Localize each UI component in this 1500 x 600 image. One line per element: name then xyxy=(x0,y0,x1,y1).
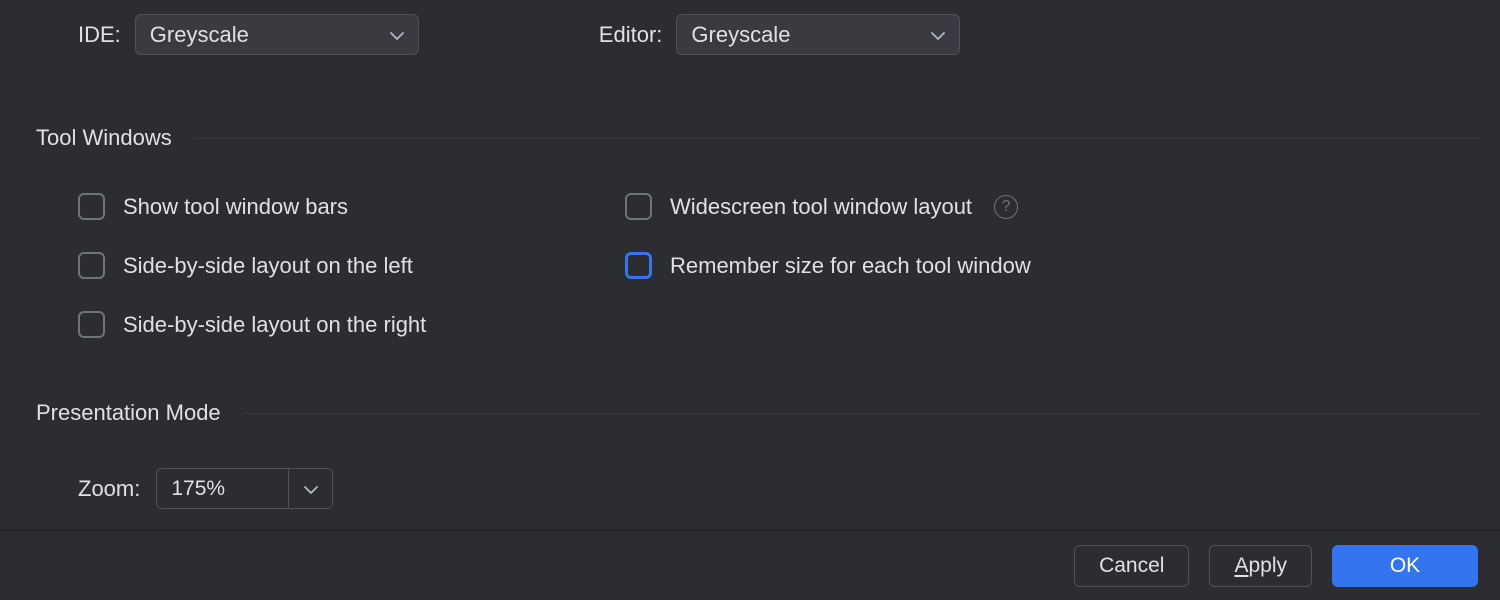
zoom-label: Zoom: xyxy=(78,476,140,502)
chevron-down-icon xyxy=(390,23,404,47)
help-icon[interactable]: ? xyxy=(994,195,1018,219)
ide-label: IDE: xyxy=(78,22,121,48)
zoom-dropdown-button[interactable] xyxy=(288,469,332,508)
widescreen-layout-label: Widescreen tool window layout xyxy=(670,194,972,220)
section-divider xyxy=(243,413,1480,414)
presentation-mode-title: Presentation Mode xyxy=(36,400,221,426)
side-by-side-right-label: Side-by-side layout on the right xyxy=(123,312,426,338)
zoom-input-group: 175% xyxy=(156,468,333,509)
chevron-down-icon xyxy=(304,477,318,501)
editor-select-value: Greyscale xyxy=(691,22,790,48)
presentation-mode-section-header: Presentation Mode xyxy=(36,400,1480,426)
apply-button[interactable]: Apply xyxy=(1209,545,1312,587)
side-by-side-right-checkbox[interactable] xyxy=(78,311,105,338)
remember-size-label: Remember size for each tool window xyxy=(670,253,1031,279)
side-by-side-left-checkbox[interactable] xyxy=(78,252,105,279)
dialog-footer: Cancel Apply OK xyxy=(0,530,1500,600)
ide-select[interactable]: Greyscale xyxy=(135,14,419,55)
tool-windows-title: Tool Windows xyxy=(36,125,172,151)
apply-mnemonic: A xyxy=(1234,554,1248,578)
cancel-button[interactable]: Cancel xyxy=(1074,545,1189,587)
widescreen-layout-checkbox[interactable] xyxy=(625,193,652,220)
ok-button[interactable]: OK xyxy=(1332,545,1478,587)
chevron-down-icon xyxy=(931,23,945,47)
section-divider xyxy=(194,138,1480,139)
ide-select-value: Greyscale xyxy=(150,22,249,48)
apply-suffix: pply xyxy=(1248,554,1287,578)
remember-size-checkbox[interactable] xyxy=(625,252,652,279)
tool-windows-section-header: Tool Windows xyxy=(36,125,1480,151)
side-by-side-left-label: Side-by-side layout on the left xyxy=(123,253,413,279)
zoom-input[interactable]: 175% xyxy=(157,469,288,508)
show-tool-window-bars-label: Show tool window bars xyxy=(123,194,348,220)
editor-select[interactable]: Greyscale xyxy=(676,14,960,55)
show-tool-window-bars-checkbox[interactable] xyxy=(78,193,105,220)
editor-label: Editor: xyxy=(599,22,663,48)
